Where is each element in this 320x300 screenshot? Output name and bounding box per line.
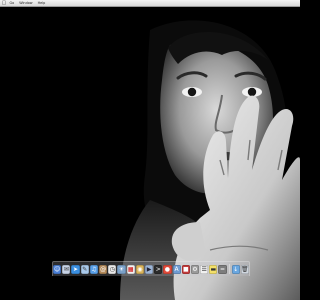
- safari-icon[interactable]: ➤: [71, 264, 80, 274]
- quicktime-icon[interactable]: ▶: [144, 264, 154, 274]
- menu-help[interactable]: Help: [35, 0, 48, 6]
- terminal-icon[interactable]: >: [154, 264, 163, 274]
- preview-icon[interactable]: ◉: [135, 264, 144, 274]
- finder-icon[interactable]: ☺: [53, 264, 62, 274]
- iphoto-icon[interactable]: ☀: [117, 264, 126, 274]
- address-book-icon[interactable]: @: [99, 264, 108, 274]
- menu-bar:  Go Window Help: [0, 0, 300, 7]
- menu-window[interactable]: Window: [17, 0, 35, 6]
- desktop:  Go Window Help ☺ ✉ ➤ ✎ ♫ @ ◷ ☀ ▦ ◉ ▶ >…: [0, 0, 300, 300]
- downloads-icon[interactable]: ↓: [231, 264, 240, 274]
- photo-booth-icon[interactable]: ■: [181, 264, 190, 274]
- dock-separator: [228, 264, 230, 274]
- app-store-icon[interactable]: A: [172, 264, 181, 274]
- calculator-icon[interactable]: =: [218, 264, 227, 274]
- ical-icon[interactable]: ▦: [126, 264, 135, 274]
- mail-icon[interactable]: ✉: [62, 264, 71, 274]
- ichat-icon[interactable]: ✎: [80, 264, 89, 274]
- system-preferences-icon[interactable]: ⚙: [190, 264, 200, 274]
- menu-go[interactable]: Go: [7, 0, 17, 6]
- stickies-icon[interactable]: ▬: [209, 264, 218, 274]
- dock: ☺ ✉ ➤ ✎ ♫ @ ◷ ☀ ▦ ◉ ▶ > ● A ■ ⚙ ☰ ▬ = ↓ …: [52, 261, 250, 276]
- wallpaper-image: [0, 0, 300, 300]
- textedit-icon[interactable]: ☰: [200, 264, 209, 274]
- itunes-icon[interactable]: ♫: [89, 264, 99, 274]
- trash-icon[interactable]: 🗑: [240, 264, 249, 274]
- clock-icon[interactable]: ◷: [108, 264, 117, 274]
- dvd-player-icon[interactable]: ●: [163, 264, 172, 274]
